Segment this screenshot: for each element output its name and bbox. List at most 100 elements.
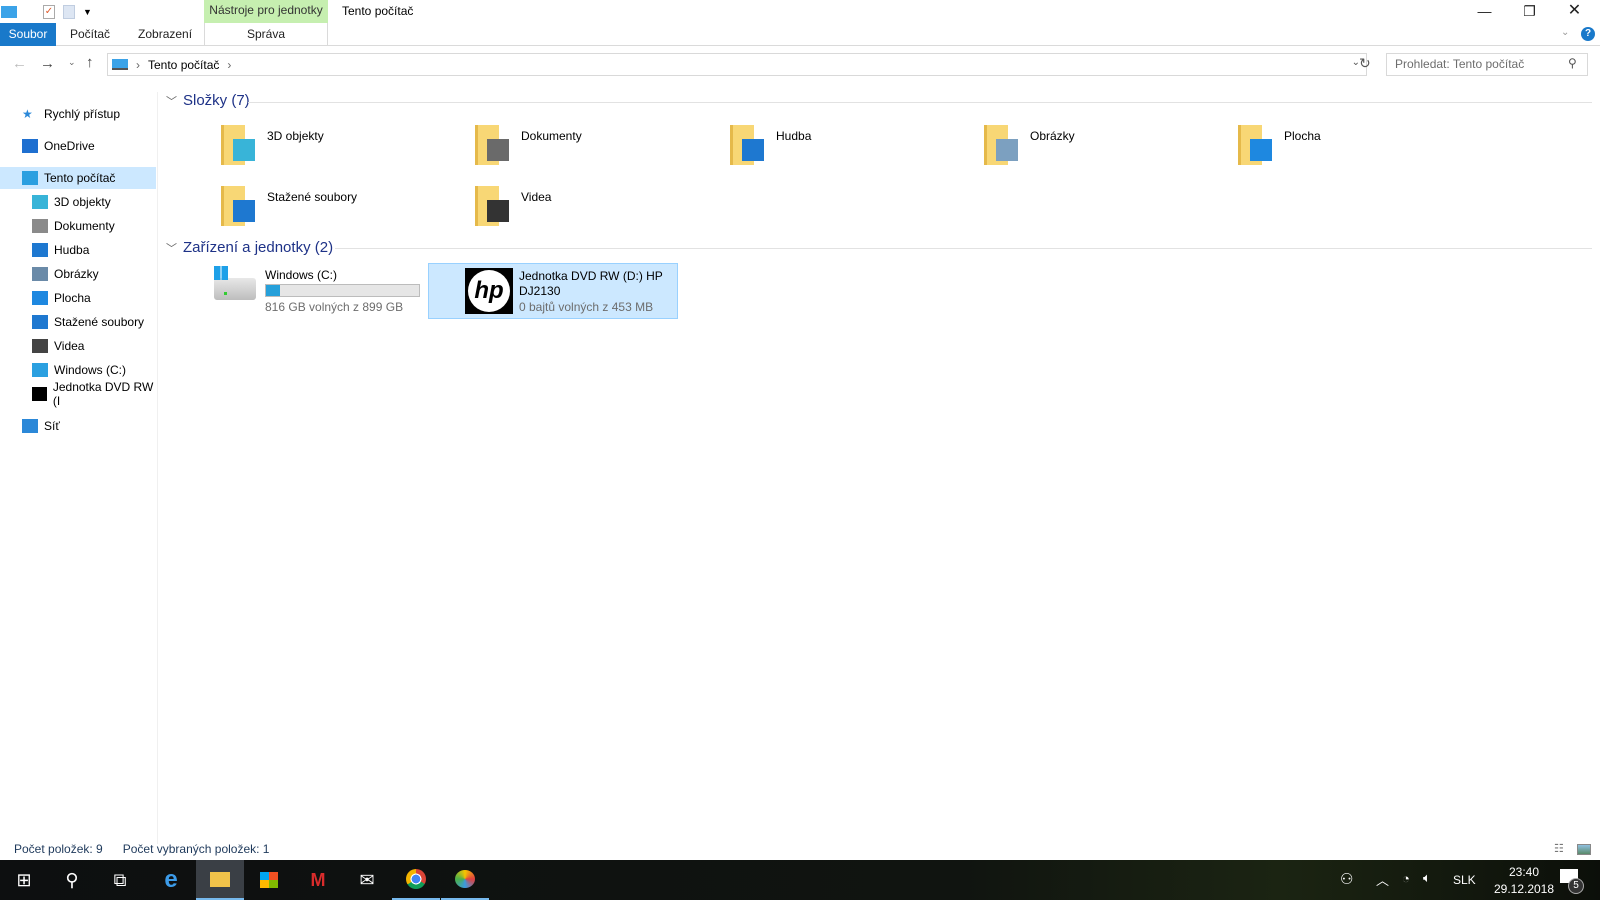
sidebar-item-10[interactable]: Windows (C:): [0, 359, 156, 381]
tab-soubor[interactable]: Soubor: [0, 23, 56, 46]
divider: [248, 102, 1592, 103]
drive-usage-fill: [266, 285, 281, 296]
forward-button[interactable]: →: [40, 55, 55, 72]
chevron-down-icon: ﹀: [166, 95, 177, 108]
sidebar-item-7[interactable]: Plocha: [0, 287, 156, 309]
folder-label: 3D objekty: [267, 129, 324, 143]
help-icon[interactable]: ?: [1581, 27, 1595, 41]
sidebar-item-9[interactable]: Videa: [0, 335, 156, 357]
file-explorer-button[interactable]: [196, 860, 244, 900]
selected-count: Počet vybraných položek: 1: [122, 842, 270, 856]
section-folders-header[interactable]: ﹀ Složky (7): [166, 92, 250, 109]
sidebar-item-4[interactable]: Dokumenty: [0, 215, 156, 237]
drive-item-c[interactable]: Windows (C:) 816 GB volných z 899 GB: [210, 264, 422, 318]
sidebar-item-6[interactable]: Obrázky: [0, 263, 156, 285]
up-button[interactable]: ↑: [86, 54, 94, 71]
download-icon: [219, 182, 259, 228]
sidebar-item-12[interactable]: Síť: [0, 415, 156, 437]
folder-item[interactable]: Dokumenty: [473, 121, 582, 167]
language-indicator[interactable]: SLK: [1453, 873, 1476, 887]
paint-icon: [455, 870, 475, 888]
store-button[interactable]: [245, 860, 293, 900]
section-title: Zařízení a jednotky (2): [183, 239, 334, 256]
folder-item[interactable]: Videa: [473, 182, 551, 228]
show-hidden-icons-chevron[interactable]: ︿: [1376, 870, 1389, 889]
edge-button[interactable]: e: [147, 860, 195, 900]
search-button[interactable]: ⚲: [48, 860, 96, 900]
hp-logo-icon: hp: [465, 268, 513, 314]
divider: [335, 248, 1592, 249]
folder-label: Plocha: [1284, 129, 1321, 143]
sidebar-item-1[interactable]: OneDrive: [0, 135, 156, 157]
folder-item[interactable]: Stažené soubory: [219, 182, 357, 228]
mcafee-button[interactable]: M: [294, 860, 342, 900]
sidebar-item-label: Hudba: [54, 243, 90, 257]
drive-usage-bar: [265, 284, 420, 297]
expand-ribbon-icon[interactable]: ⌄: [1561, 27, 1569, 38]
status-bar: Počet položek: 9 Počet vybraných položek…: [14, 842, 269, 856]
sidebar-item-label: Videa: [54, 339, 85, 353]
task-view-button[interactable]: ⧉: [96, 860, 144, 900]
navigation-pane: ★ Rychlý přístup OneDrive Tento počítač 3D o…: [0, 92, 158, 844]
search-icon[interactable]: ⚲: [1568, 56, 1577, 70]
start-button[interactable]: ⊞: [0, 860, 48, 900]
hp-logo-icon: [32, 387, 47, 401]
new-folder-icon[interactable]: [63, 4, 75, 19]
sidebar-item-11[interactable]: Jednotka DVD RW (I: [0, 380, 156, 408]
sidebar-item-8[interactable]: Stažené soubory: [0, 311, 156, 333]
tab-pocitac[interactable]: Počítač: [56, 23, 124, 46]
sidebar-item-3[interactable]: 3D objekty: [0, 191, 156, 213]
search-icon: ⚲: [65, 869, 79, 890]
folder-item[interactable]: Obrázky: [982, 121, 1075, 167]
search-input[interactable]: Prohledat: Tento počítač: [1386, 53, 1588, 76]
details-view-icon[interactable]: ☷: [1554, 842, 1564, 855]
mcafee-icon: M: [310, 869, 326, 890]
folder-item[interactable]: Hudba: [728, 121, 811, 167]
section-devices-header[interactable]: ﹀ Zařízení a jednotky (2): [166, 239, 333, 256]
context-tab-header: Nástroje pro jednotky: [204, 0, 328, 23]
quick-access-toolbar: ✓ ▼: [0, 0, 92, 23]
drive-item-d[interactable]: hp Jednotka DVD RW (D:) HP DJ2130 0 bajt…: [428, 263, 678, 319]
sidebar-item-5[interactable]: Hudba: [0, 239, 156, 261]
folder-label: Dokumenty: [521, 129, 582, 143]
minimize-button[interactable]: —: [1462, 0, 1507, 22]
folder-item[interactable]: 3D objekty: [219, 121, 324, 167]
star-icon: ★: [22, 107, 33, 121]
sidebar-item-label: Plocha: [54, 291, 91, 305]
large-icons-view-icon[interactable]: [1577, 844, 1591, 855]
mail-button[interactable]: ✉: [343, 860, 391, 900]
clock[interactable]: 23:40 29.12.2018: [1484, 864, 1564, 898]
time: 23:40: [1508, 865, 1540, 879]
network-icon: [22, 419, 38, 433]
volume-icon[interactable]: 🔈︎: [1423, 870, 1431, 886]
close-button[interactable]: ✕: [1552, 0, 1597, 22]
sidebar-item-0[interactable]: ★ Rychlý přístup: [0, 103, 156, 125]
address-bar[interactable]: › Tento počítač › ⌄: [107, 53, 1367, 76]
cube-icon: [219, 121, 259, 167]
wifi-icon[interactable]: ◔: [1402, 871, 1410, 886]
film-icon: [32, 339, 48, 353]
chrome-button[interactable]: [392, 860, 440, 900]
breadcrumb-item[interactable]: Tento počítač: [148, 58, 219, 72]
restore-button[interactable]: ❐: [1507, 0, 1552, 22]
tab-zobrazeni[interactable]: Zobrazení: [124, 23, 206, 46]
chevron-right-icon[interactable]: ›: [227, 58, 231, 72]
refresh-button[interactable]: ↻: [1359, 55, 1371, 72]
recent-locations-icon[interactable]: ⌄: [68, 57, 76, 68]
windows-icon: ⊞: [16, 869, 32, 890]
paint-button[interactable]: [441, 860, 489, 900]
customize-dropdown-icon[interactable]: ▼: [83, 7, 92, 17]
people-icon[interactable]: ⚇: [1340, 870, 1353, 888]
tab-sprava[interactable]: Správa: [204, 23, 328, 46]
folder-item[interactable]: Plocha: [1236, 121, 1321, 167]
sidebar-item-label: OneDrive: [44, 139, 95, 153]
properties-icon[interactable]: ✓: [43, 4, 55, 19]
sidebar-item-label: Dokumenty: [54, 219, 115, 233]
sidebar-item-label: Tento počítač: [44, 171, 116, 185]
mail-icon: ✉: [359, 869, 375, 890]
sidebar-item-label: 3D objekty: [54, 195, 111, 209]
drive-label: Windows (C:): [265, 268, 338, 282]
back-button[interactable]: ←: [12, 55, 27, 72]
sidebar-item-2[interactable]: Tento počítač: [0, 167, 156, 189]
folder-label: Hudba: [776, 129, 812, 143]
